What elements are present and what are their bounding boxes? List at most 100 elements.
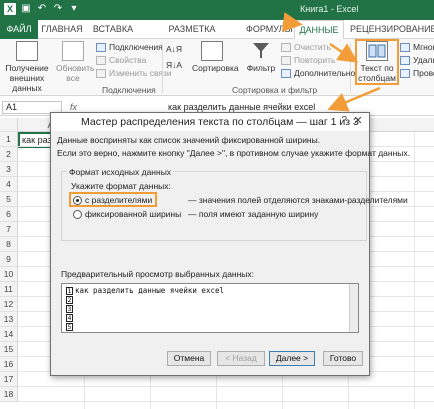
sort-filter-group-label: Сортировка и фильтр xyxy=(232,85,318,95)
preview-box[interactable]: 1 как разделить данные ячейки excel 2 3 4 5 xyxy=(61,283,359,333)
tab-data[interactable]: ДАННЫЕ xyxy=(294,20,344,40)
preview-row-number: 1 xyxy=(66,287,73,295)
row-header[interactable]: 10 xyxy=(0,267,18,282)
sort-desc-button[interactable]: Я↓А xyxy=(166,59,182,71)
edit-links-icon xyxy=(96,69,106,79)
dialog-info-line-2: Если это верно, нажмите кнопку "Далее >"… xyxy=(57,148,411,158)
delimited-description: — значения полей отделяются знаками-разд… xyxy=(188,195,408,205)
row-header[interactable]: 4 xyxy=(0,177,18,192)
preview-scrollbar[interactable] xyxy=(349,284,358,332)
refresh-icon xyxy=(62,41,84,61)
back-button[interactable]: < Назад xyxy=(217,351,265,366)
reapply-button[interactable]: Повторить xyxy=(281,54,336,66)
row-header[interactable]: 18 xyxy=(0,387,18,402)
external-data-icon xyxy=(16,41,38,61)
quick-access-toolbar: X ▣ ↶ ↷ ▾ xyxy=(4,3,80,15)
finish-button[interactable]: Готово xyxy=(323,351,363,366)
properties-icon xyxy=(96,56,106,66)
row-header[interactable]: 14 xyxy=(0,327,18,342)
text-to-columns-highlight xyxy=(355,39,399,85)
dialog-title: Мастер распределения текста по столбцам … xyxy=(51,113,369,131)
customize-qat-icon[interactable]: ▾ xyxy=(68,3,80,15)
row-header[interactable]: 2 xyxy=(0,147,18,162)
clear-icon xyxy=(281,43,291,53)
cancel-button[interactable]: Отмена xyxy=(167,351,211,366)
fixed-width-option-label[interactable]: фиксированной ширины xyxy=(85,209,181,219)
text-to-columns-wizard-dialog: Мастер распределения текста по столбцам … xyxy=(50,112,410,376)
fixed-width-radio[interactable] xyxy=(73,210,82,219)
fx-icon[interactable]: fx xyxy=(70,102,77,112)
sort-button[interactable]: Сортировка xyxy=(192,41,239,73)
tab-home[interactable]: ГЛАВНАЯ xyxy=(40,20,84,39)
tab-formulas[interactable]: ФОРМУЛЫ xyxy=(246,20,293,39)
delimited-highlight xyxy=(69,192,157,207)
get-external-data-button[interactable]: Получение внешних данных xyxy=(2,41,52,93)
flash-fill-button[interactable]: Мгнове xyxy=(400,41,434,53)
window-title: Книга1 - Excel xyxy=(300,4,359,14)
connections-button[interactable]: Подключения xyxy=(96,41,163,53)
sort-asc-button[interactable]: А↓Я xyxy=(166,43,182,55)
grid-line xyxy=(414,132,415,409)
filter-funnel-icon xyxy=(250,41,272,61)
remove-duplicates-button[interactable]: Удалит xyxy=(400,54,434,66)
preview-row-number: 3 xyxy=(66,305,73,313)
row-header[interactable]: 5 xyxy=(0,192,18,207)
preview-row: 3 xyxy=(66,304,75,313)
undo-icon[interactable]: ↶ xyxy=(36,3,48,15)
help-button[interactable]: ? xyxy=(341,115,347,126)
sort-icon xyxy=(201,41,223,61)
tab-insert[interactable]: ВСТАВКА xyxy=(88,20,138,39)
preview-row: 2 xyxy=(66,295,75,304)
properties-button[interactable]: Свойства xyxy=(96,54,146,66)
formula-input[interactable]: как разделить данные ячейки excel xyxy=(168,102,315,112)
row-header[interactable]: 3 xyxy=(0,162,18,177)
row-header[interactable]: 8 xyxy=(0,237,18,252)
row-header[interactable]: 6 xyxy=(0,207,18,222)
row-header[interactable]: 1 xyxy=(0,132,18,147)
row-header[interactable]: 13 xyxy=(0,312,18,327)
filter-button[interactable]: Фильтр xyxy=(246,41,276,73)
source-format-label: Формат исходных данных xyxy=(67,167,174,177)
title-bar: X ▣ ↶ ↷ ▾ Книга1 - Excel xyxy=(0,0,434,20)
tab-review[interactable]: РЕЦЕНЗИРОВАНИЕ xyxy=(350,20,434,39)
select-all-corner[interactable] xyxy=(0,118,18,132)
group-separator xyxy=(350,43,351,93)
close-icon[interactable]: ✕ xyxy=(350,114,366,128)
excel-logo-icon: X xyxy=(4,3,16,15)
row-header[interactable]: 9 xyxy=(0,252,18,267)
fixed-width-description: — поля имеют заданную ширину xyxy=(188,209,319,219)
dialog-info-line-1: Данные восприняты как список значений фи… xyxy=(57,135,321,145)
specify-format-label: Укажите формат данных: xyxy=(71,181,171,191)
tab-file[interactable]: ФАЙЛ xyxy=(0,20,38,39)
row-header[interactable]: 11 xyxy=(0,282,18,297)
connections-group-label: Подключения xyxy=(102,85,156,95)
data-validation-button[interactable]: Провер xyxy=(400,67,434,79)
preview-row-number: 5 xyxy=(66,323,73,331)
redo-icon[interactable]: ↷ xyxy=(52,3,64,15)
reapply-icon xyxy=(281,56,291,66)
grid-line xyxy=(18,401,434,402)
row-header[interactable]: 15 xyxy=(0,342,18,357)
row-header[interactable]: 12 xyxy=(0,297,18,312)
row-header[interactable]: 16 xyxy=(0,357,18,372)
advanced-filter-button[interactable]: Дополнительно xyxy=(281,67,355,79)
row-header[interactable]: 17 xyxy=(0,372,18,387)
edit-links-button[interactable]: Изменить связи xyxy=(96,67,172,79)
flash-fill-icon xyxy=(400,43,410,53)
row-header[interactable]: 7 xyxy=(0,222,18,237)
data-validation-icon xyxy=(400,69,410,79)
preview-row: 4 xyxy=(66,313,75,322)
save-icon[interactable]: ▣ xyxy=(20,3,32,15)
refresh-all-button[interactable]: Обновить все xyxy=(56,41,95,83)
connections-icon xyxy=(96,43,106,53)
preview-label: Предварительный просмотр выбранных данны… xyxy=(61,269,255,279)
group-separator xyxy=(162,43,163,93)
ribbon-tabs: ФАЙЛ ГЛАВНАЯ ВСТАВКА РАЗМЕТКА СТРАНИЦЫ Ф… xyxy=(0,20,434,53)
tab-page-layout[interactable]: РАЗМЕТКА СТРАНИЦЫ xyxy=(142,20,242,53)
next-button[interactable]: Далее > xyxy=(269,351,315,366)
preview-row-number: 4 xyxy=(66,314,73,322)
preview-row-number: 2 xyxy=(66,296,73,304)
clear-filter-button[interactable]: Очистить xyxy=(281,41,331,53)
preview-row: 5 xyxy=(66,322,75,331)
ribbon-data: Получение внешних данных Обновить все По… xyxy=(0,39,434,96)
